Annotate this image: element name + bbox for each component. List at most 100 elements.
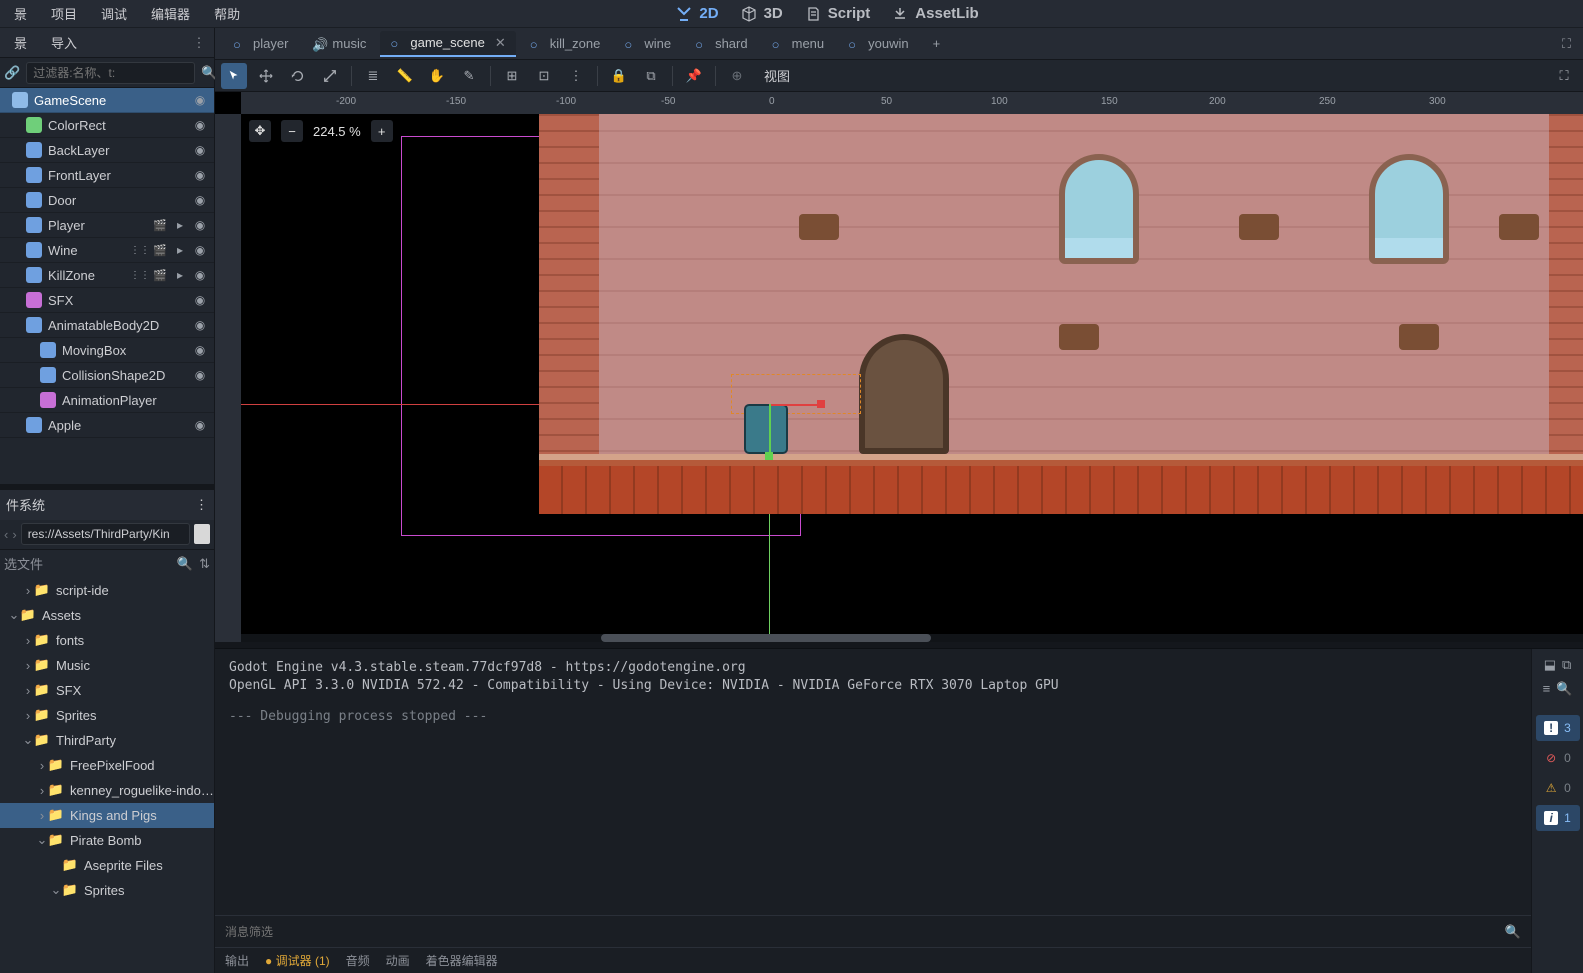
tool-bone[interactable]: 📌 <box>681 63 707 89</box>
tree-node-apple[interactable]: Apple <box>0 413 214 438</box>
menu-help[interactable]: 帮助 <box>202 0 252 27</box>
canvas[interactable] <box>241 114 1583 642</box>
filesystem-tree[interactable]: ›📁script-ide⌄📁Assets›📁fonts›📁Music›📁SFX ›… <box>0 578 214 973</box>
zoom-level[interactable]: 224.5 % <box>313 124 361 139</box>
chevron-icon[interactable]: › <box>36 783 48 798</box>
sig-icon[interactable] <box>132 267 148 283</box>
eye-icon[interactable] <box>192 242 208 258</box>
tool-select[interactable] <box>221 63 247 89</box>
tool-scale[interactable] <box>317 63 343 89</box>
fs-item-music[interactable]: ›📁Music <box>0 653 214 678</box>
workspace-2d[interactable]: 2D <box>676 5 718 22</box>
menu-debug[interactable]: 调试 <box>89 0 139 27</box>
tree-node-player[interactable]: Player <box>0 213 214 238</box>
tree-node-colorrect[interactable]: ColorRect <box>0 113 214 138</box>
tool-rotate[interactable] <box>285 63 311 89</box>
play-icon[interactable] <box>172 267 188 283</box>
gizmo-x-handle[interactable] <box>817 400 825 408</box>
clapper-icon[interactable] <box>152 242 168 258</box>
tab-player[interactable]: ○player <box>223 32 298 55</box>
workspace-assetlib[interactable]: AssetLib <box>892 5 978 22</box>
tab-music[interactable]: 🔊music <box>302 32 376 55</box>
zoom-out-icon[interactable]: − <box>281 120 303 142</box>
eye-icon[interactable] <box>192 117 208 133</box>
fs-item-sfx[interactable]: ›📁SFX <box>0 678 214 703</box>
chevron-icon[interactable]: › <box>22 583 34 598</box>
tool-edit[interactable]: ✎ <box>456 63 482 89</box>
fs-item-aseprite-files[interactable]: 📁Aseprite Files <box>0 853 214 878</box>
tree-node-animationplayer[interactable]: AnimationPlayer <box>0 388 214 413</box>
tree-node-animatablebody2d[interactable]: AnimatableBody2D <box>0 313 214 338</box>
badge-info[interactable]: i1 <box>1536 805 1580 831</box>
eye-icon[interactable] <box>192 142 208 158</box>
tree-node-door[interactable]: Door <box>0 188 214 213</box>
clapper-icon[interactable] <box>152 217 168 233</box>
scene-dock-tab-scene[interactable]: 景 <box>6 31 35 54</box>
tab-menu[interactable]: ○menu <box>762 32 835 55</box>
side-ic2[interactable]: ⧉ <box>1562 657 1571 673</box>
scene-filter-input[interactable] <box>26 62 195 84</box>
fs-preview-thumb[interactable] <box>194 524 210 544</box>
eye-icon[interactable] <box>192 292 208 308</box>
output-search-icon[interactable]: 🔍 <box>1505 924 1521 940</box>
back-icon[interactable]: ‹ <box>4 527 8 542</box>
menu-scene[interactable]: 景 <box>2 0 39 27</box>
tool-ruler[interactable]: 📏 <box>392 63 418 89</box>
tool-snap-toggle[interactable]: ⊞ <box>499 63 525 89</box>
tab-youwin[interactable]: ○youwin <box>838 32 918 55</box>
chevron-icon[interactable]: › <box>22 658 34 673</box>
tree-node-killzone[interactable]: KillZone <box>0 263 214 288</box>
eye-icon[interactable] <box>192 167 208 183</box>
tool-pan[interactable]: ✋ <box>424 63 450 89</box>
bt-anim[interactable]: 动画 <box>386 952 410 969</box>
side-ic3[interactable]: ≡ <box>1543 681 1551 697</box>
scene-dock-more-icon[interactable]: ⋮ <box>190 35 208 51</box>
fwd-icon[interactable]: › <box>12 527 16 542</box>
tree-node-sfx[interactable]: SFX <box>0 288 214 313</box>
bt-output[interactable]: 输出 <box>225 952 249 969</box>
badge-warnings[interactable]: ⚠0 <box>1536 775 1580 801</box>
tab-shard[interactable]: ○shard <box>685 32 758 55</box>
tab-add[interactable]: + <box>923 32 951 55</box>
center-view-icon[interactable]: ✥ <box>249 120 271 142</box>
scene-dock-tab-import[interactable]: 导入 <box>43 31 85 54</box>
chevron-icon[interactable]: › <box>22 708 34 723</box>
fs-sort-icon[interactable]: ⇅ <box>199 556 210 572</box>
tool-snap-opts[interactable]: ⋮ <box>563 63 589 89</box>
workspace-script[interactable]: Script <box>805 5 871 22</box>
side-ic4[interactable]: 🔍 <box>1556 681 1572 697</box>
tool-move[interactable] <box>253 63 279 89</box>
fs-item-freepixelfood[interactable]: ›📁FreePixelFood <box>0 753 214 778</box>
eye-icon[interactable] <box>192 267 208 283</box>
chevron-icon[interactable]: ⌄ <box>8 607 20 623</box>
play-icon[interactable] <box>172 217 188 233</box>
tree-node-collisionshape2d[interactable]: CollisionShape2D <box>0 363 214 388</box>
fs-more-icon[interactable]: ⋮ <box>195 497 208 513</box>
fs-path-input[interactable] <box>21 523 190 545</box>
viewport-2d[interactable]: -200-150-100-50050100150200250300 <box>215 92 1583 642</box>
tree-node-wine[interactable]: Wine <box>0 238 214 263</box>
fs-item-pirate-bomb[interactable]: ⌄📁Pirate Bomb <box>0 828 214 853</box>
fs-search-icon[interactable]: 🔍 <box>177 556 193 572</box>
tree-node-backlayer[interactable]: BackLayer <box>0 138 214 163</box>
fs-item-thirdparty[interactable]: ⌄📁ThirdParty <box>0 728 214 753</box>
fs-item-script-ide[interactable]: ›📁script-ide <box>0 578 214 603</box>
sig-icon[interactable] <box>132 242 148 258</box>
tab-game_scene[interactable]: ○game_scene✕ <box>380 31 515 57</box>
tree-node-movingbox[interactable]: MovingBox <box>0 338 214 363</box>
clapper-icon[interactable] <box>152 267 168 283</box>
tree-node-frontlayer[interactable]: FrontLayer <box>0 163 214 188</box>
fs-item-assets[interactable]: ⌄📁Assets <box>0 603 214 628</box>
scene-tree[interactable]: GameSceneColorRectBackLayerFrontLayerDoo… <box>0 88 214 484</box>
gizmo-x[interactable] <box>769 404 819 406</box>
tool-list[interactable]: ≣ <box>360 63 386 89</box>
workspace-3d[interactable]: 3D <box>741 5 783 22</box>
eye-icon[interactable] <box>192 192 208 208</box>
gizmo-y[interactable] <box>769 404 771 454</box>
eye-icon[interactable] <box>192 92 208 108</box>
menu-project[interactable]: 项目 <box>39 0 89 27</box>
fullscreen-icon[interactable]: ⛶ <box>1551 63 1577 89</box>
bt-debugger[interactable]: ● 调试器 (1) <box>265 952 330 969</box>
fs-item-fonts[interactable]: ›📁fonts <box>0 628 214 653</box>
tool-lock[interactable]: 🔒 <box>606 63 632 89</box>
